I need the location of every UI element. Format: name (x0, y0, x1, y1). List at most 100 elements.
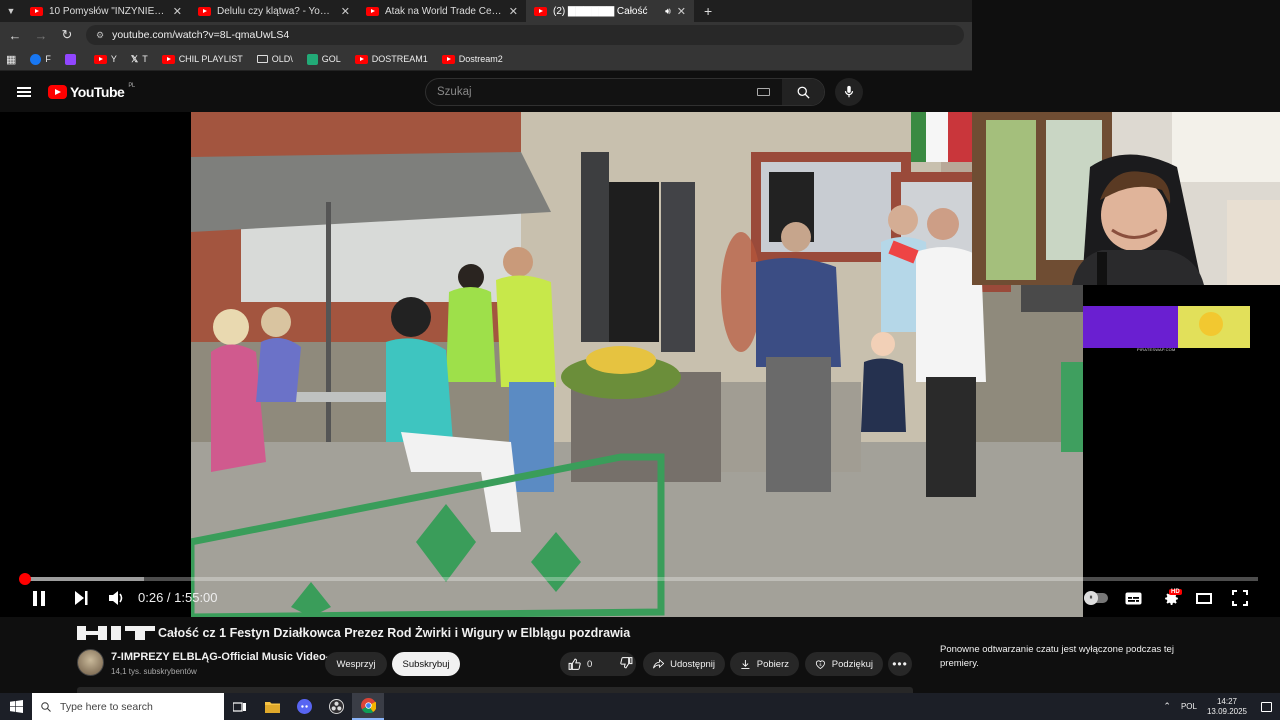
chrome-icon (360, 698, 376, 713)
youtube-favicon-icon (161, 54, 175, 64)
file-explorer-button[interactable] (256, 693, 288, 720)
pause-icon (33, 590, 45, 606)
fullscreen-button[interactable] (1230, 589, 1250, 607)
voice-search-button[interactable] (835, 78, 863, 106)
browser-tab-2[interactable]: Delulu czy klątwa? - YouTube ✕ (190, 0, 358, 22)
bookmark-f[interactable]: F (30, 53, 51, 65)
speaker-icon[interactable]: 🔊︎ (665, 6, 671, 17)
bookmark-label: F (45, 54, 51, 64)
next-video-button[interactable] (70, 589, 92, 607)
address-bar[interactable]: ⚙ youtube.com/watch?v=8L-qmaUwLS4 (86, 25, 964, 45)
dislike-button[interactable] (620, 656, 633, 672)
bookmark-twitch[interactable] (64, 53, 80, 65)
apps-grid-icon[interactable]: ▦ (6, 53, 16, 66)
webcam-scene (972, 112, 1280, 285)
more-dots-icon: ••• (892, 657, 908, 671)
youtube-header: YouTube PL (0, 72, 972, 112)
buffered-progress (20, 577, 144, 581)
region-label: PL (128, 83, 135, 89)
svg-text:$: $ (819, 662, 821, 666)
subscribe-label: Subskrybuj (402, 658, 450, 670)
tab-search-chevron-icon[interactable]: ▼ (0, 0, 22, 22)
chrome-button[interactable] (352, 693, 384, 720)
discord-button[interactable] (288, 693, 320, 720)
close-tab-icon[interactable]: ✕ (509, 5, 518, 18)
microphone-icon (844, 85, 854, 98)
youtube-logo[interactable]: YouTube PL (48, 83, 135, 100)
new-tab-button[interactable]: + (704, 3, 712, 19)
tab-title: 10 Pomysłów "INŻYNIERÓW" z (49, 5, 167, 17)
pause-button[interactable] (28, 589, 50, 607)
task-view-button[interactable] (224, 693, 256, 720)
x-logo-icon: 𝕏 (130, 53, 139, 64)
subscribe-button[interactable]: Subskrybuj (392, 652, 460, 676)
folder-icon (256, 55, 268, 63)
youtube-favicon-icon (30, 6, 43, 16)
like-button[interactable]: 0 (568, 658, 592, 671)
bookmark-folder-old[interactable]: OLD\ (256, 54, 293, 64)
video-frame[interactable] (191, 112, 1083, 617)
forward-arrow-icon[interactable]: → (34, 28, 48, 43)
more-actions-button[interactable]: ••• (888, 652, 912, 676)
reload-icon[interactable]: ↻ (60, 27, 74, 43)
bookmark-gol[interactable]: GOL (306, 53, 341, 65)
gol-icon (306, 53, 318, 65)
youtube-favicon-icon (441, 54, 455, 64)
bookmark-chil-playlist[interactable]: CHIL PLAYLIST (161, 54, 243, 64)
twitch-icon (64, 53, 76, 65)
subscriber-count: 14,1 tys. subskrybentów (111, 667, 197, 676)
sponsor-banner[interactable]: PIRATESWAP.COM (1083, 306, 1250, 354)
autoplay-toggle-track: ⏸ (1084, 591, 1108, 605)
search-box (425, 78, 825, 106)
youtube-favicon-icon (354, 54, 368, 64)
chat-replay-notice: Ponowne odtwarzanie czatu jest wyłączone… (940, 644, 1174, 669)
bookmark-y[interactable]: Y (93, 54, 117, 64)
notifications-icon[interactable] (1261, 701, 1272, 712)
theater-mode-button[interactable] (1194, 590, 1214, 606)
video-progress-bar[interactable] (20, 577, 1258, 581)
search-input[interactable] (426, 86, 757, 98)
download-label: Pobierz (756, 658, 789, 670)
video-player[interactable]: PIRATESWAP.COM (0, 112, 1280, 617)
windows-logo-icon (9, 700, 23, 713)
progress-scrubber-handle[interactable] (18, 573, 31, 585)
channel-name[interactable]: 7-IMPREZY ELBLĄG-Official Music Video- (111, 651, 329, 663)
join-button[interactable]: Wesprzyj (325, 652, 387, 676)
bookmark-dostream1[interactable]: DOSTREAM1 (354, 54, 428, 64)
settings-button[interactable]: HD (1158, 588, 1184, 608)
video-title-text: Całość cz 1 Festyn Działkowca Prezez Rod… (158, 626, 631, 640)
share-button[interactable]: Udostępnij (643, 652, 725, 676)
menu-hamburger-icon[interactable] (17, 87, 31, 97)
autoplay-toggle[interactable]: ⏸ (1083, 591, 1109, 605)
search-button[interactable] (782, 79, 824, 105)
bookmark-t[interactable]: 𝕏T (131, 54, 148, 65)
browser-tab-3[interactable]: Atak na World Trade Center (c ✕ (358, 0, 526, 22)
obs-button[interactable] (320, 693, 352, 720)
browser-tab-4-active[interactable]: (2) ▇▇▇▇▇▇ Całość 🔊︎ ✕ (526, 0, 694, 22)
download-button[interactable]: Pobierz (730, 652, 799, 676)
subtitles-icon (1125, 592, 1141, 604)
show-hidden-icons-chevron-icon[interactable]: ⌃ (1163, 701, 1171, 712)
language-indicator[interactable]: POL (1181, 702, 1197, 711)
keyboard-icon[interactable] (757, 88, 770, 96)
bookmark-dostream2[interactable]: Dostream2 (441, 54, 503, 64)
system-clock[interactable]: 14:27 13.09.2025 (1207, 697, 1247, 717)
taskbar-search[interactable] (32, 693, 224, 720)
clock-time: 14:27 (1216, 696, 1237, 706)
site-info-icon[interactable]: ⚙ (96, 30, 104, 41)
bookmark-label: OLD\ (271, 54, 293, 64)
back-arrow-icon[interactable]: ← (8, 28, 22, 43)
start-button[interactable] (0, 693, 32, 720)
share-label: Udostępnij (670, 658, 715, 670)
taskbar-search-input[interactable] (60, 700, 210, 713)
thanks-button[interactable]: $ Podziękuj (805, 652, 883, 676)
close-tab-icon[interactable]: ✕ (173, 5, 182, 18)
subtitles-button[interactable] (1123, 590, 1143, 606)
channel-avatar[interactable] (77, 649, 104, 676)
search-icon (41, 701, 51, 712)
close-tab-icon[interactable]: ✕ (677, 5, 686, 18)
volume-button[interactable] (106, 589, 128, 607)
browser-tab-1[interactable]: 10 Pomysłów "INŻYNIERÓW" z ✕ (22, 0, 190, 22)
close-tab-icon[interactable]: ✕ (341, 5, 350, 18)
search-icon (797, 86, 810, 99)
